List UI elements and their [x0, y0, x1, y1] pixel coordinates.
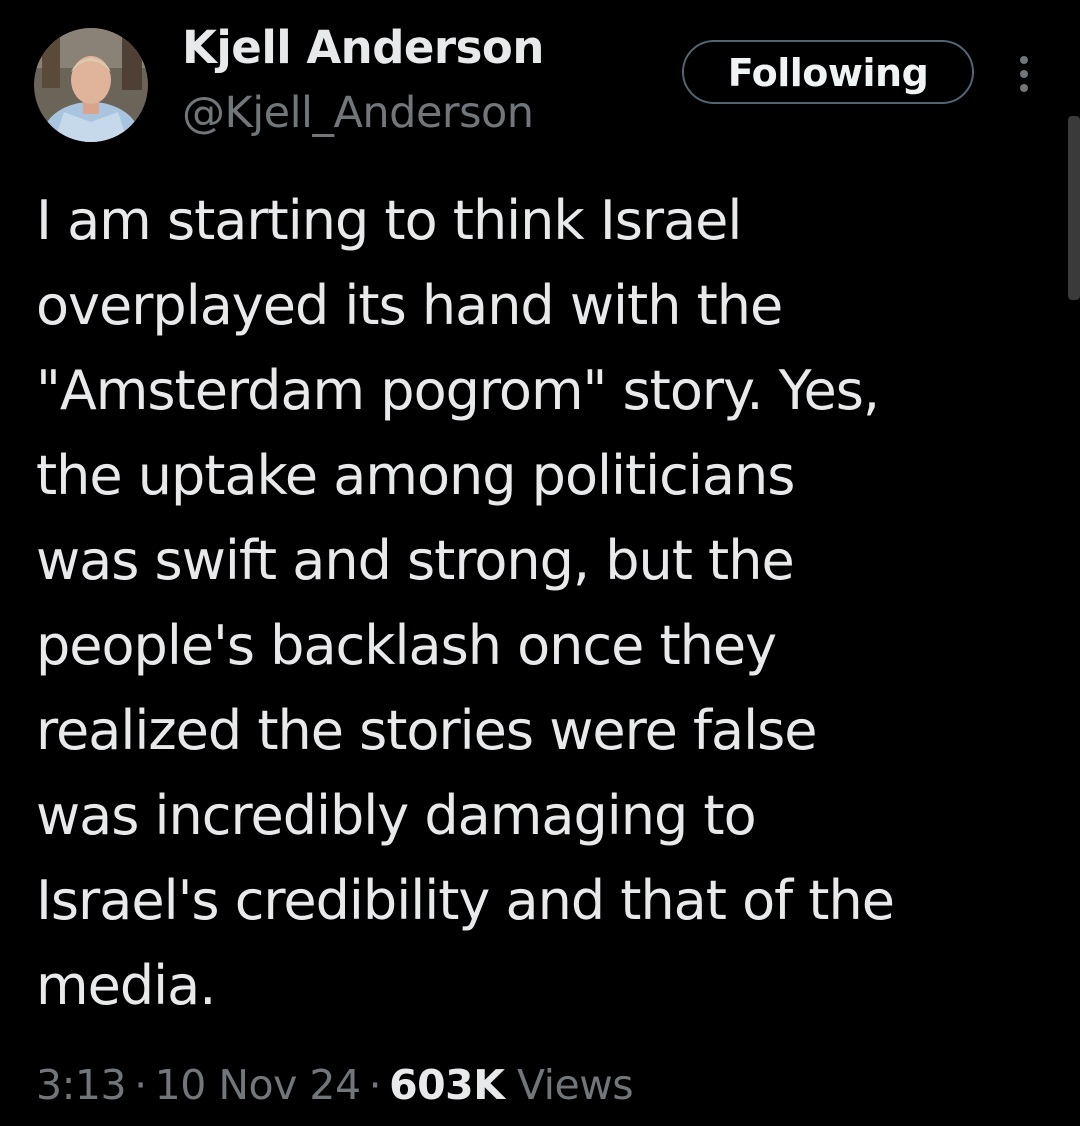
tweet-meta: 3:13 · 10 Nov 24 · 603K Views: [36, 1054, 634, 1116]
meta-separator: ·: [368, 1061, 382, 1109]
more-options-icon[interactable]: [1010, 54, 1038, 94]
author-handle[interactable]: @Kjell_Anderson: [182, 86, 534, 140]
views-label: Views: [517, 1061, 634, 1109]
author-display-name[interactable]: Kjell Anderson: [182, 20, 544, 76]
avatar[interactable]: [34, 28, 148, 142]
tweet-text: I am starting to think Israel overplayed…: [36, 189, 895, 1017]
following-button[interactable]: Following: [682, 40, 974, 104]
meta-separator: ·: [134, 1061, 147, 1109]
scrollbar-thumb[interactable]: [1068, 116, 1080, 300]
tweet-time[interactable]: 3:13: [36, 1061, 127, 1109]
views-count[interactable]: 603K: [389, 1061, 505, 1109]
profile-photo-icon: [34, 28, 148, 142]
tweet-date[interactable]: 10 Nov 24: [155, 1061, 361, 1109]
